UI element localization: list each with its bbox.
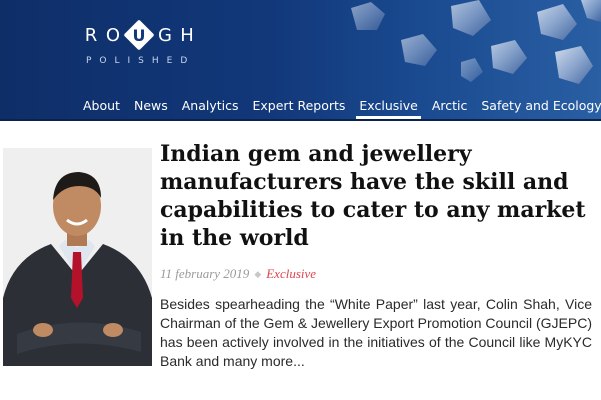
logo-letter: G [158,24,172,46]
article-photo[interactable] [3,148,152,366]
logo-letter: O [105,24,121,46]
diamond-decoration [351,0,601,84]
logo-subtitle: POLISHED [86,56,196,66]
main-nav: About News Analytics Expert Reports Excl… [76,92,601,119]
nav-item-analytics[interactable]: Analytics [175,92,246,119]
article-title[interactable]: Indian gem and jewellery manufacturers h… [160,140,590,252]
site-logo[interactable]: R O U G H POLISHED [80,19,220,70]
logo-wordmark: R O U G H [80,19,198,51]
article-excerpt: Besides spearheading the “White Paper” l… [160,296,592,369]
diamond-separator-icon: ◆ [254,268,262,279]
nav-item-exclusive[interactable]: Exclusive [352,92,424,119]
logo-letter: H [180,24,194,46]
article-category-link[interactable]: Exclusive [266,266,316,282]
article-date: 11 february 2019 [160,266,250,281]
nav-item-arctic[interactable]: Arctic [425,92,475,119]
nav-item-safety-and-ecology[interactable]: Safety and Ecology [474,92,601,119]
header-divider [0,119,601,121]
nav-item-expert-reports[interactable]: Expert Reports [246,92,353,119]
nav-item-about[interactable]: About [76,92,127,119]
site-header: R O U G H POLISHED About News Analytics … [0,0,601,121]
article-meta: 11 february 2019 ◆ Exclusive [160,266,316,282]
nav-item-news[interactable]: News [127,92,175,119]
logo-diamond-letter: U [123,19,155,51]
logo-letter: R [84,24,98,46]
person-portrait-image [3,148,152,366]
